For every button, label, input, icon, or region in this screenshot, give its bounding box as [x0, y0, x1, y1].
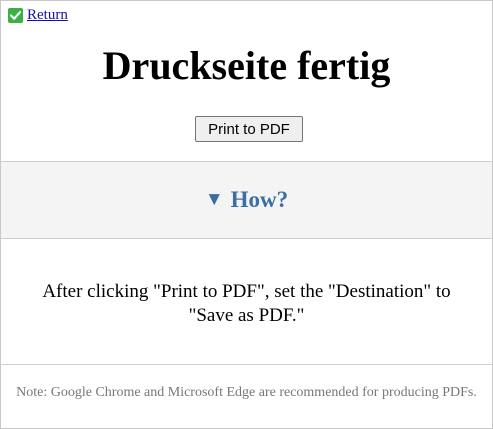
how-section[interactable]: ▼ How? — [1, 161, 492, 239]
divider — [1, 364, 492, 365]
page-frame: Return Druckseite fertig Print to PDF ▼ … — [0, 0, 493, 429]
note-text: Note: Google Chrome and Microsoft Edge a… — [16, 385, 477, 400]
checkmark-icon — [8, 7, 23, 23]
print-to-pdf-button[interactable]: Print to PDF — [195, 116, 303, 142]
how-toggle[interactable]: ▼ How? — [205, 187, 288, 213]
page-title: Druckseite fertig — [102, 43, 391, 88]
how-label: How? — [230, 187, 289, 212]
instruction-text: After clicking "Print to PDF", set the "… — [42, 281, 451, 326]
triangle-down-icon: ▼ — [204, 189, 224, 210]
return-link[interactable]: Return — [8, 6, 68, 24]
return-label[interactable]: Return — [27, 6, 68, 24]
